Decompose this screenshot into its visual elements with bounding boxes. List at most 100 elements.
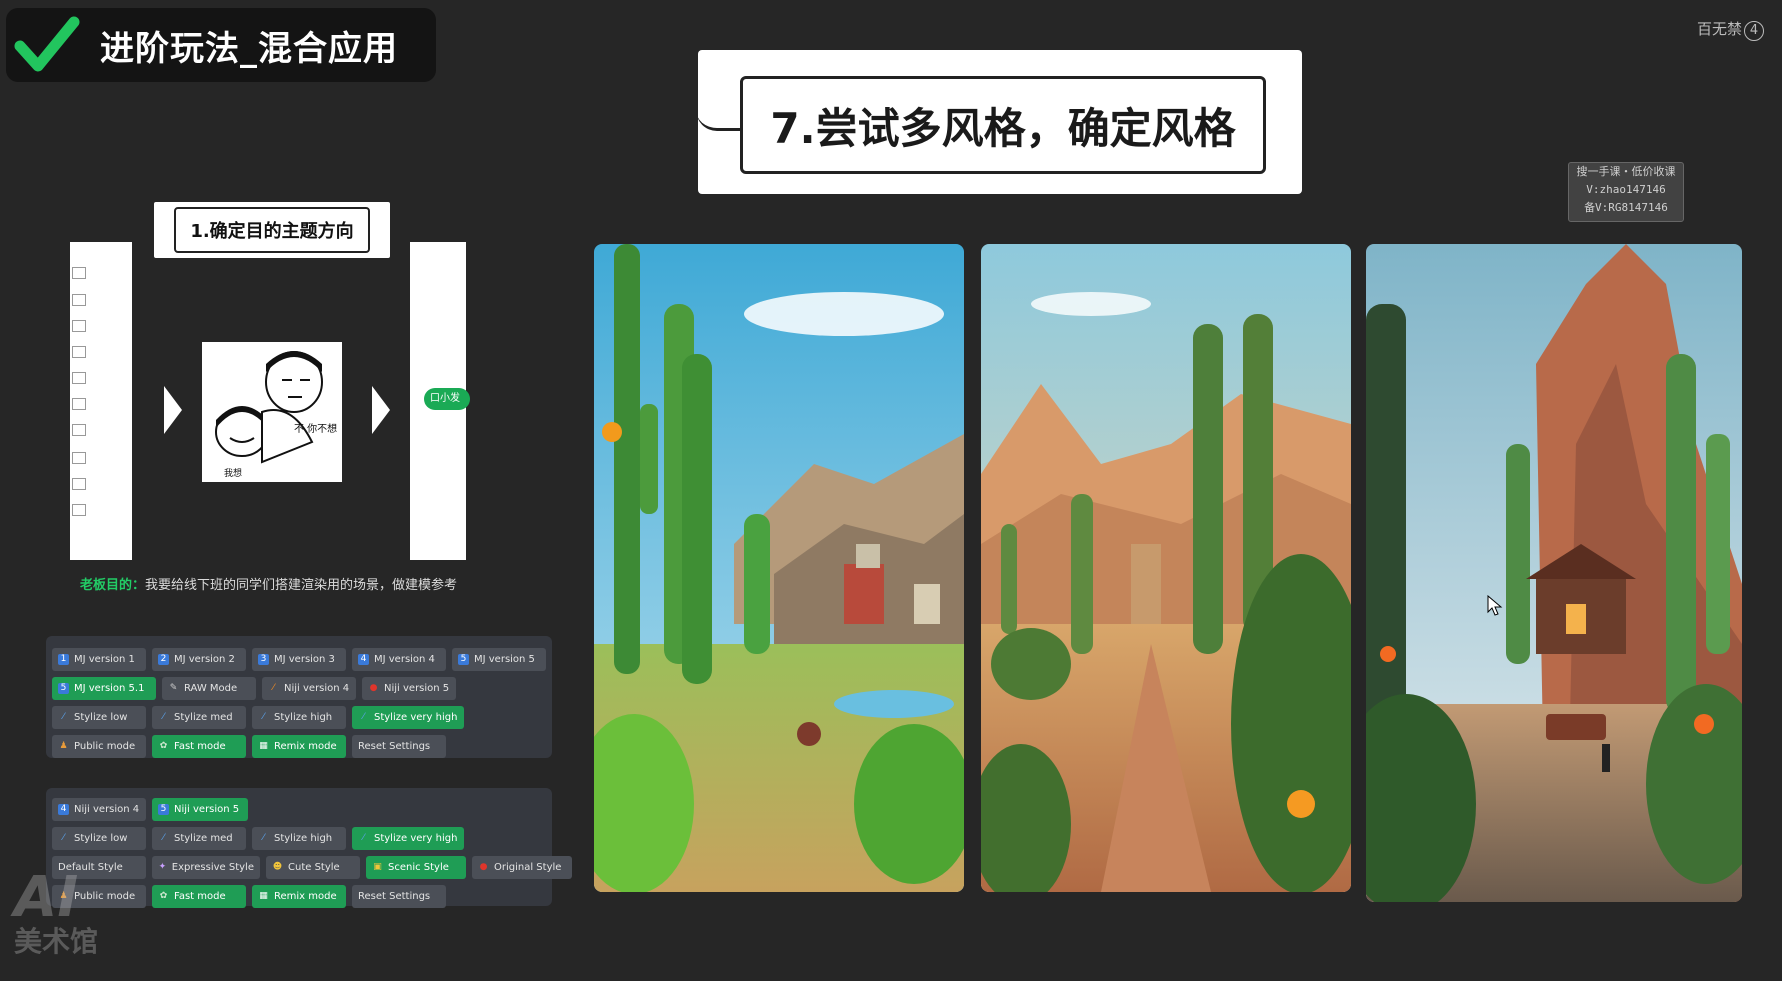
smile-icon: ☻ (272, 862, 283, 872)
remix-mode-button[interactable]: ▦ Remix mode (252, 735, 346, 758)
caption: 老板目的：我要给线下班的同学们搭建渲染用的场景，做建模参考 (80, 574, 457, 593)
button-label: MJ version 2 (174, 654, 235, 665)
button-label: Niji version 4 (74, 804, 140, 815)
fast-mode-button[interactable]: ✿ Fast mode (152, 735, 246, 758)
logo-text-bottom: 美术馆 (14, 925, 99, 958)
cactus-image-2[interactable] (981, 244, 1351, 892)
expressive-style-button[interactable]: ✦ Expressive Style (152, 856, 260, 879)
remix-mode-button[interactable]: ▦ Remix mode (252, 885, 346, 908)
button-label: Stylize very high (374, 712, 458, 723)
caption-text: 我要给线下班的同学们搭建渲染用的场景，做建模参考 (145, 578, 458, 593)
mj-version-5-button[interactable]: 5 MJ version 5 (452, 648, 546, 671)
button-label: Reset Settings (358, 741, 431, 752)
arrow-right-icon (164, 386, 182, 434)
button-label: Remix mode (274, 741, 337, 752)
wand-icon: ⁄ (362, 833, 365, 843)
meme-image: 不 你不想 我想 (202, 342, 342, 482)
raw-mode-button[interactable]: ✎ RAW Mode (162, 677, 256, 700)
button-label: Public mode (74, 741, 136, 752)
niji-version-5-button[interactable]: ● Niji version 5 (362, 677, 456, 700)
fast-mode-button[interactable]: ✿ Fast mode (152, 885, 246, 908)
mindmap-right-panel: 口小发 (410, 242, 470, 560)
wand-icon: ⁄ (162, 712, 165, 722)
button-label: Stylize high (274, 712, 333, 723)
button-label: Stylize low (74, 833, 128, 844)
mindmap-label: 1.确定目的主题方向 (154, 202, 390, 258)
wand-icon: ⁄ (62, 833, 65, 843)
photo-icon: ▣ (373, 862, 382, 872)
red-icon: ● (369, 683, 378, 693)
niji-version-4-button[interactable]: 4 Niji version 4 (52, 798, 146, 821)
niji-version-5-button[interactable]: 5 Niji version 5 (152, 798, 248, 821)
button-label: MJ version 1 (74, 654, 135, 665)
mj-version-5-1-button[interactable]: 5 MJ version 5.1 (52, 677, 156, 700)
stylize-high-button[interactable]: ⁄ Stylize high (252, 827, 346, 850)
mj-version-1-button[interactable]: 1 MJ version 1 (52, 648, 146, 671)
button-label: MJ version 5 (474, 654, 535, 665)
wand-icon: ⁄ (262, 833, 265, 843)
number-5-icon: 5 (458, 654, 469, 665)
number-1-icon: 1 (58, 654, 69, 665)
mj-version-4-button[interactable]: 4 MJ version 4 (352, 648, 446, 671)
button-label: MJ version 5.1 (74, 683, 145, 694)
cactus-image-3[interactable] (1366, 244, 1742, 902)
button-label: Original Style (494, 862, 562, 873)
watermark-line: 搜一手课・低价收课 (1576, 165, 1676, 178)
number-2-icon: 2 (158, 654, 169, 665)
watermark-line: V:zhao147146 (1586, 183, 1666, 196)
wand-icon: ⁄ (62, 712, 65, 722)
rabbit-icon: ✿ (159, 741, 168, 751)
tool-icon: ✎ (169, 683, 178, 693)
button-label: Expressive Style (171, 862, 254, 873)
button-label: Scenic Style (388, 862, 449, 873)
brand-number: 4 (1744, 21, 1764, 41)
watermark: 搜一手课・低价收课 V:zhao147146 备V:RG8147146 (1568, 162, 1684, 222)
grid-icon: ▦ (259, 741, 268, 751)
meme-text-1: 不 你不想 (294, 422, 337, 435)
button-label: Fast mode (174, 891, 226, 902)
red-icon: ● (479, 862, 488, 872)
meme-text-2: 我想 (224, 467, 242, 479)
header-title: 进阶玩法_混合应用 (100, 28, 398, 69)
logo-text-top: AI (14, 865, 79, 930)
watermark-line: 备V:RG8147146 (1584, 201, 1668, 214)
mj-version-3-button[interactable]: 3 MJ version 3 (252, 648, 346, 671)
wand-icon: ⁄ (362, 712, 365, 722)
brand-text: 百无禁 (1696, 20, 1742, 38)
stylize-low-button[interactable]: ⁄ Stylize low (52, 706, 146, 729)
button-label: Reset Settings (358, 891, 431, 902)
ai-gallery-logo: AI 美术馆 (14, 870, 124, 980)
arrow-right-icon (372, 386, 390, 434)
stylize-very-high-button[interactable]: ⁄ Stylize very high (352, 706, 464, 729)
public-mode-button[interactable]: ♟ Public mode (52, 735, 146, 758)
connector-line (696, 110, 742, 131)
person-icon: ♟ (59, 741, 68, 751)
grid-icon: ▦ (259, 891, 268, 901)
scenic-style-button[interactable]: ▣ Scenic Style (366, 856, 466, 879)
stylize-very-high-button[interactable]: ⁄ Stylize very high (352, 827, 464, 850)
wand-icon: ⁄ (162, 833, 165, 843)
cute-style-button[interactable]: ☻ Cute Style (266, 856, 360, 879)
stylize-med-button[interactable]: ⁄ Stylize med (152, 706, 246, 729)
reset-settings-button[interactable]: Reset Settings (352, 735, 446, 758)
number-4-icon: 4 (358, 654, 369, 665)
cactus-image-1[interactable] (594, 244, 964, 892)
stylize-low-button[interactable]: ⁄ Stylize low (52, 827, 146, 850)
number-5-icon: 5 (58, 683, 69, 694)
button-label: Stylize med (174, 712, 233, 723)
button-label: Remix mode (274, 891, 337, 902)
button-label: Niji version 5 (174, 804, 240, 815)
brand-tag: 百无禁 4 (1697, 18, 1764, 41)
stylize-med-button[interactable]: ⁄ Stylize med (152, 827, 246, 850)
mj-version-2-button[interactable]: 2 MJ version 2 (152, 648, 246, 671)
mindmap-left-panel (70, 242, 132, 560)
wand-icon: ⁄ (262, 712, 265, 722)
brush-icon: ⁄ (272, 683, 275, 693)
original-style-button[interactable]: ● Original Style (472, 856, 572, 879)
stylize-high-button[interactable]: ⁄ Stylize high (252, 706, 346, 729)
button-label: MJ version 3 (274, 654, 335, 665)
niji-version-4-button[interactable]: ⁄ Niji version 4 (262, 677, 356, 700)
palette-icon: ✦ (158, 862, 167, 872)
button-label: Stylize very high (374, 833, 458, 844)
reset-settings-button[interactable]: Reset Settings (352, 885, 446, 908)
